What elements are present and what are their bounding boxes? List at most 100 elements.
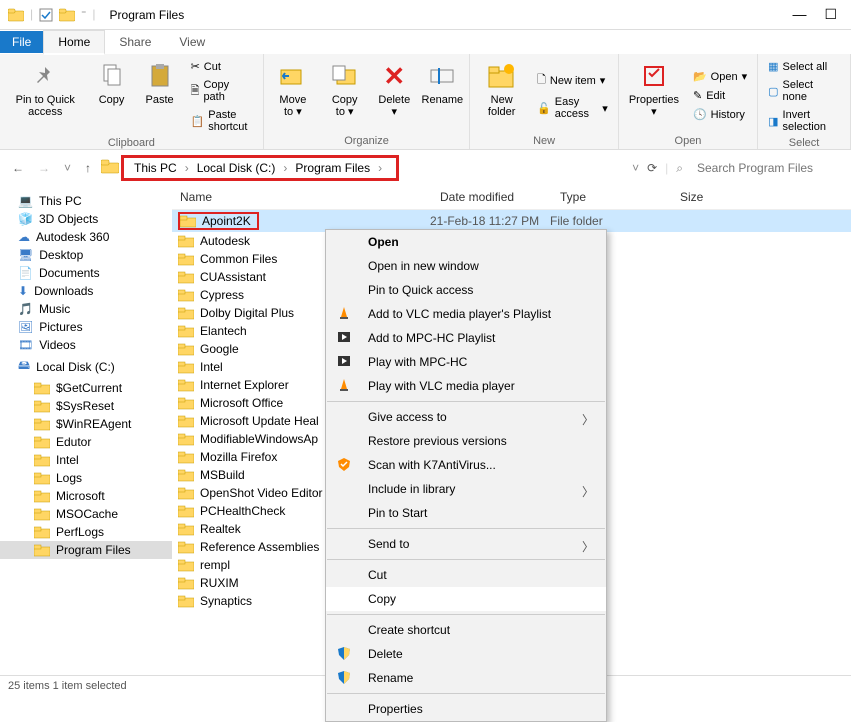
search-input[interactable] — [691, 157, 841, 179]
select-all-button[interactable]: ▦Select all — [764, 58, 844, 75]
context-menu-item[interactable]: Copy — [326, 587, 606, 611]
downloads-icon: ⬇ — [18, 284, 28, 298]
address-dropdown[interactable]: ˅ — [632, 161, 639, 175]
sidebar-item[interactable]: $SysReset — [0, 397, 172, 415]
minimize-button[interactable]: — — [792, 6, 806, 23]
context-menu-item[interactable]: Cut — [326, 563, 606, 587]
sidebar-item[interactable]: 📄Documents — [0, 264, 172, 282]
search-icon: ⌕ — [676, 161, 683, 176]
context-menu-item[interactable]: Delete — [326, 642, 606, 666]
select-none-button[interactable]: ▢Select none — [764, 77, 844, 105]
breadcrumb-item[interactable]: This PC — [134, 161, 177, 175]
context-menu-item[interactable]: Create shortcut — [326, 618, 606, 642]
open-label: Open — [625, 133, 751, 147]
recent-dropdown[interactable]: ˅ — [60, 157, 75, 179]
edit-button[interactable]: ✎Edit — [689, 87, 751, 104]
context-menu-item[interactable]: Scan with K7AntiVirus... — [326, 453, 606, 477]
context-menu-item[interactable]: Pin to Start — [326, 501, 606, 525]
sidebar-item[interactable]: $GetCurrent — [0, 379, 172, 397]
copy-to-button[interactable]: Copy to ▾ — [322, 58, 367, 133]
sidebar-item[interactable]: 🧊3D Objects — [0, 210, 172, 228]
new-item-button[interactable]: 🗋New item ▾ — [533, 69, 612, 92]
sidebar-item[interactable]: 🖴Local Disk (C:) — [0, 354, 172, 379]
sidebar-item[interactable]: ⬇Downloads — [0, 282, 172, 300]
tab-view[interactable]: View — [165, 31, 219, 53]
context-menu-item[interactable]: Send to〉 — [326, 532, 606, 556]
sidebar-item[interactable]: Intel — [0, 451, 172, 469]
context-menu-item[interactable]: Rename — [326, 666, 606, 690]
context-menu-item[interactable]: Open — [326, 230, 606, 254]
breadcrumb-item[interactable]: Program Files — [295, 161, 370, 175]
music-icon: 🎵 — [18, 302, 33, 316]
menubar: File Home Share View — [0, 30, 851, 54]
move-to-button[interactable]: Move to ▾ — [270, 58, 316, 133]
paste-shortcut-button[interactable]: 📋Paste shortcut — [187, 107, 257, 135]
up-button[interactable]: ↑ — [81, 157, 95, 179]
paste-button[interactable]: Paste — [139, 58, 181, 135]
maximize-button[interactable]: ☐ — [824, 6, 837, 23]
mpc-icon — [336, 353, 354, 371]
copy-icon: 🗎 — [191, 82, 200, 101]
tab-file[interactable]: File — [0, 31, 43, 53]
invert-selection-button[interactable]: ◨Invert selection — [764, 107, 844, 135]
sidebar-item[interactable]: 💻This PC — [0, 192, 172, 210]
context-menu: OpenOpen in new windowPin to Quick acces… — [325, 229, 607, 722]
folder-icon — [101, 159, 119, 177]
newitem-icon: 🗋 — [537, 71, 546, 90]
sidebar-item[interactable]: $WinREAgent — [0, 415, 172, 433]
tab-share[interactable]: Share — [105, 31, 165, 53]
open-button[interactable]: 📂Open ▾ — [689, 68, 751, 85]
qat-dropdown-icon[interactable]: ⁼ — [81, 9, 86, 20]
easy-access-button[interactable]: 🔓Easy access ▾ — [533, 94, 612, 122]
context-menu-item[interactable]: Play with VLC media player — [326, 374, 606, 398]
forward-button[interactable]: → — [34, 157, 54, 179]
back-button[interactable]: ← — [8, 157, 28, 179]
context-menu-item[interactable]: Include in library〉 — [326, 477, 606, 501]
sidebar-item[interactable]: ☁Autodesk 360 — [0, 228, 172, 246]
new-label: New — [476, 133, 612, 147]
pc-icon: 💻 — [18, 194, 33, 208]
history-button[interactable]: 🕓History — [689, 106, 751, 123]
context-menu-item[interactable]: Restore previous versions — [326, 429, 606, 453]
shield-icon — [336, 669, 354, 687]
select-label: Select — [764, 135, 844, 149]
rename-button[interactable]: Rename — [421, 58, 463, 133]
context-menu-item[interactable]: Open in new window — [326, 254, 606, 278]
sidebar-item[interactable]: Program Files — [0, 541, 172, 559]
delete-button[interactable]: ✕ Delete ▾ — [373, 58, 415, 133]
folder-icon — [8, 7, 24, 22]
properties-button[interactable]: Properties ▾ — [625, 58, 683, 133]
clipboard-label: Clipboard — [6, 135, 257, 149]
context-menu-item[interactable]: Add to VLC media player's Playlist — [326, 302, 606, 326]
pin-quick-access-button[interactable]: Pin to Quick access — [6, 58, 85, 135]
cut-button[interactable]: ✂Cut — [187, 58, 257, 75]
navbar: ← → ˅ ↑ This PC› Local Disk (C:)› Progra… — [0, 150, 851, 186]
context-menu-item[interactable]: Play with MPC-HC — [326, 350, 606, 374]
mpc-icon — [336, 329, 354, 347]
videos-icon: 🎞 — [18, 338, 33, 352]
context-menu-item[interactable]: Add to MPC-HC Playlist — [326, 326, 606, 350]
sidebar-item[interactable]: 🖼Pictures — [0, 318, 172, 336]
context-menu-item[interactable]: Give access to〉 — [326, 405, 606, 429]
sidebar-item[interactable]: 🖥Desktop — [0, 246, 172, 264]
open-icon: 📂 — [693, 70, 707, 83]
invert-icon: ◨ — [768, 115, 778, 128]
copy-button[interactable]: Copy — [91, 58, 133, 135]
refresh-button[interactable]: ⟳ — [647, 161, 657, 175]
sidebar-item[interactable]: 🎵Music — [0, 300, 172, 318]
sidebar-item[interactable]: Logs — [0, 469, 172, 487]
sidebar-item[interactable]: MSOCache — [0, 505, 172, 523]
sidebar-item[interactable]: PerfLogs — [0, 523, 172, 541]
sidebar-item[interactable]: Microsoft — [0, 487, 172, 505]
tab-home[interactable]: Home — [43, 30, 105, 55]
context-menu-item[interactable]: Pin to Quick access — [326, 278, 606, 302]
breadcrumb-item[interactable]: Local Disk (C:) — [197, 161, 276, 175]
qat-checkbox-icon[interactable] — [39, 7, 53, 22]
copy-path-button[interactable]: 🗎Copy path — [187, 77, 257, 105]
column-headers[interactable]: Name ˄ Date modified Type Size — [172, 186, 851, 210]
new-folder-button[interactable]: New folder — [476, 58, 527, 133]
breadcrumb[interactable]: This PC› Local Disk (C:)› Program Files› — [121, 155, 399, 181]
context-menu-item[interactable]: Properties — [326, 697, 606, 721]
sidebar-item[interactable]: 🎞Videos — [0, 336, 172, 354]
sidebar-item[interactable]: Edutor — [0, 433, 172, 451]
